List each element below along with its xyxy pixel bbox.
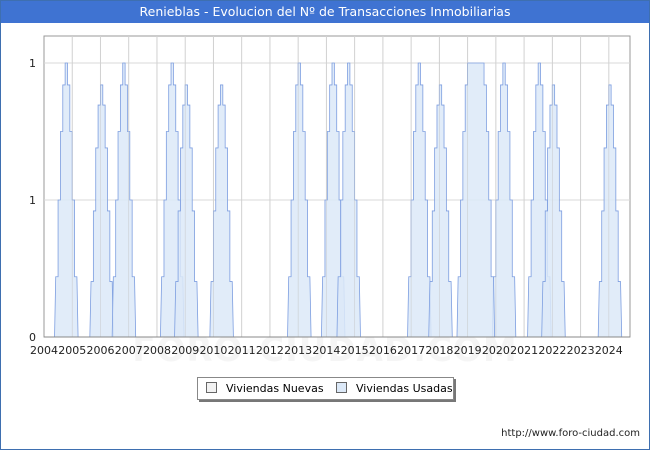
x-tick-label: 2016 [369, 344, 397, 357]
y-tick-label: 1 [29, 194, 36, 207]
x-tick-label: 2022 [538, 344, 566, 357]
legend-label-nuevas: Viviendas Nuevas [226, 382, 324, 395]
x-tick-label: 2008 [143, 344, 171, 357]
x-tick-label: 2023 [567, 344, 595, 357]
x-tick-label: 2018 [425, 344, 453, 357]
x-tick-label: 2019 [454, 344, 482, 357]
x-tick-label: 2005 [58, 344, 86, 357]
x-tick-label: 2009 [171, 344, 199, 357]
x-tick-label: 2012 [256, 344, 284, 357]
x-tick-label: 2015 [341, 344, 369, 357]
x-tick-label: 2006 [86, 344, 114, 357]
x-tick-label: 2010 [199, 344, 227, 357]
x-tick-label: 2004 [30, 344, 58, 357]
y-tick-label: 1 [29, 57, 36, 70]
legend-label-usadas: Viviendas Usadas [356, 382, 453, 395]
x-tick-label: 2007 [115, 344, 143, 357]
x-tick-label: 2017 [397, 344, 425, 357]
legend-item-usadas: Viviendas Usadas [336, 382, 453, 395]
credit-link[interactable]: http://www.foro-ciudad.com [501, 428, 640, 439]
x-tick-label: 2011 [228, 344, 256, 357]
x-tick-label: 2014 [312, 344, 340, 357]
x-tick-label: 2020 [482, 344, 510, 357]
legend-item-nuevas: Viviendas Nuevas [206, 382, 324, 395]
chart-legend: Viviendas Nuevas Viviendas Usadas [197, 377, 454, 400]
x-tick-label: 2021 [510, 344, 538, 357]
x-tick-label: 2024 [595, 344, 623, 357]
legend-swatch-usadas [336, 382, 347, 393]
x-tick-label: 2013 [284, 344, 312, 357]
legend-swatch-nuevas [206, 382, 217, 393]
y-tick-label: 0 [29, 331, 36, 344]
